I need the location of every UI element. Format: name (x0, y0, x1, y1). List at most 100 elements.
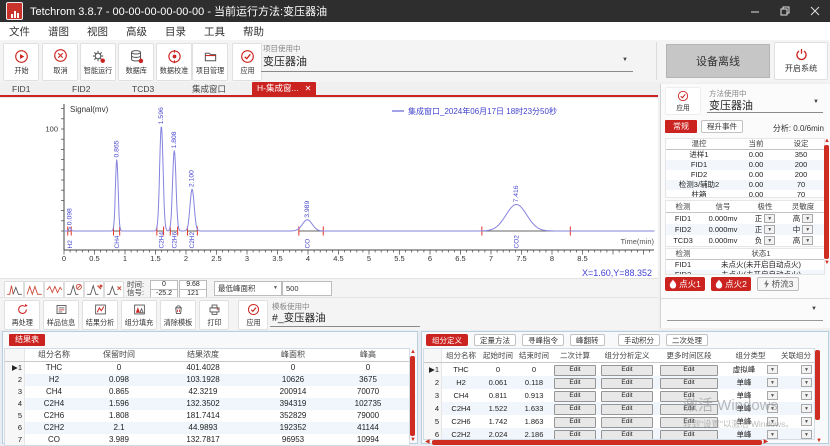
dropdown-button[interactable]: ▼ (802, 214, 813, 223)
table-row[interactable]: ▶1THC00EditEditEdit虚拟峰▼▼ (424, 363, 814, 376)
project-mgmt-button[interactable]: 项目管理 (192, 43, 228, 81)
edit-button[interactable]: Edit (660, 391, 718, 402)
power-on-button[interactable]: 开启系统 (774, 42, 828, 80)
smart-run-button[interactable]: 智能运行 (80, 43, 116, 81)
result-analysis-button[interactable]: 结果分析 (82, 300, 118, 330)
menu-item-3[interactable]: 高级 (117, 24, 156, 39)
minimize-button[interactable] (740, 0, 770, 22)
extra-dropdown-icon[interactable]: ▼ (811, 306, 817, 312)
start-button[interactable]: 开始 (3, 43, 39, 81)
tab-results[interactable]: 结果表 (9, 334, 45, 346)
scroll-right-icon[interactable]: ▶ (764, 439, 769, 445)
dropdown-button[interactable]: ▼ (767, 404, 778, 413)
table-row[interactable]: 2H20.098103.1928106263675 (5, 374, 409, 386)
definition-tab-0[interactable]: 组分定义 (426, 334, 468, 346)
restore-button[interactable] (770, 0, 800, 22)
edit-button[interactable]: Edit (554, 365, 595, 376)
tab-active[interactable]: H-集成窗...✕ (252, 82, 316, 95)
menu-item-6[interactable]: 帮助 (234, 24, 273, 39)
dropdown-button[interactable]: ▼ (802, 225, 813, 234)
calibration-button[interactable]: 数据校准 (156, 43, 192, 81)
template-value[interactable]: #_变压器油 (272, 310, 326, 325)
dropdown-button[interactable]: ▼ (801, 404, 812, 413)
cancel-button[interactable]: 取消 (42, 43, 78, 81)
table-row[interactable]: ▶1THC0401.402800 (5, 362, 409, 374)
method-dropdown-icon[interactable]: ▼ (813, 99, 819, 105)
tab-FID2[interactable]: FID2 (72, 84, 132, 94)
dropdown-button[interactable]: ▼ (764, 236, 775, 245)
peak-tool-6-icon[interactable] (104, 281, 124, 298)
menu-item-2[interactable]: 视图 (78, 24, 117, 39)
apply-method-button[interactable]: 应用 (665, 87, 701, 115)
min-peak-area-value[interactable]: 500 (282, 281, 332, 296)
edit-button[interactable]: Edit (601, 404, 652, 415)
dropdown-button[interactable]: ▼ (801, 417, 812, 426)
definition-tab-3[interactable]: 峰翻转 (570, 334, 605, 346)
dropdown-button[interactable]: ▼ (801, 365, 812, 374)
peak-tool-5-icon[interactable] (84, 281, 104, 298)
edit-button[interactable]: Edit (554, 391, 595, 402)
edit-button[interactable]: Edit (601, 365, 652, 376)
dropdown-button[interactable]: ▼ (801, 391, 812, 400)
table-row[interactable]: 4C2H41.596132.3502394319102735 (5, 398, 409, 410)
edit-button[interactable]: Edit (554, 378, 595, 389)
edit-button[interactable]: Edit (660, 404, 718, 415)
menu-item-0[interactable]: 文件 (0, 24, 39, 39)
edit-button[interactable]: Edit (601, 378, 652, 389)
table-row[interactable]: 6C2H22.144.989319235241144 (5, 422, 409, 434)
definition-hscrollbar[interactable]: ◀ ▶ (425, 439, 809, 445)
edit-button[interactable]: Edit (601, 417, 652, 428)
sidebar-scrollbar[interactable]: ▲ ▼ (824, 138, 830, 266)
peak-tool-1-icon[interactable] (4, 281, 24, 298)
dropdown-button[interactable]: ▼ (767, 430, 778, 439)
scroll-up-icon[interactable]: ▲ (824, 138, 830, 144)
table-row[interactable]: 3CH40.86542.321920091470070 (5, 386, 409, 398)
tab-temp-program[interactable]: 程升事件 (701, 120, 743, 133)
table-row[interactable]: 5C2H61.808181.741435282979000 (5, 410, 409, 422)
ignite1-button[interactable]: 点火1 (665, 277, 705, 291)
definition-tab-2[interactable]: 寻峰指令 (522, 334, 564, 346)
definition-tab-1[interactable]: 定量方法 (474, 334, 516, 346)
scroll-left-icon[interactable]: ◀ (425, 439, 430, 445)
device-status-button[interactable]: 设备离线 (666, 44, 770, 78)
method-value[interactable]: 变压器油 (709, 97, 753, 113)
tab-close-icon[interactable]: ✕ (305, 82, 312, 95)
definition-tab-4[interactable]: 手动积分 (618, 334, 660, 346)
dropdown-button[interactable]: ▼ (767, 417, 778, 426)
database-button[interactable]: 数据库 (118, 43, 154, 81)
dropdown-button[interactable]: ▼ (764, 225, 775, 234)
table-row[interactable]: 3CH40.8110.913EditEditEdit单峰▼▼ (424, 389, 814, 402)
dropdown-button[interactable]: ▼ (767, 391, 778, 400)
edit-button[interactable]: Edit (660, 417, 718, 428)
min-peak-area-dropdown[interactable]: 最低峰面积 ▼ (214, 281, 282, 296)
dropdown-button[interactable]: ▼ (767, 378, 778, 387)
definition-tab-5[interactable]: 二次处理 (666, 334, 708, 346)
peak-tool-3-icon[interactable] (44, 281, 64, 298)
edit-button[interactable]: Edit (601, 391, 652, 402)
table-row[interactable]: 7CO3.989132.78179695310994 (5, 434, 409, 446)
project-dropdown-icon[interactable]: ▼ (622, 57, 628, 63)
chromatogram-panel[interactable]: 100Signal(mv)00.511.522.533.544.555.566.… (0, 97, 658, 279)
scroll-up-icon[interactable]: ▲ (410, 349, 416, 355)
sample-info-button[interactable]: 样品信息 (43, 300, 79, 330)
apply-project-button[interactable]: 应用 (232, 43, 262, 81)
edit-button[interactable]: Edit (554, 404, 595, 415)
dropdown-button[interactable]: ▼ (764, 214, 775, 223)
edit-button[interactable]: Edit (660, 365, 718, 376)
edit-button[interactable]: Edit (554, 417, 595, 428)
tab-集成窗口[interactable]: 集成窗口 (192, 83, 252, 95)
results-scrollbar[interactable]: ▲ ▼ (410, 349, 416, 443)
menu-item-1[interactable]: 谱图 (39, 24, 78, 39)
tab-TCD3[interactable]: TCD3 (132, 84, 192, 94)
definition-vscrollbar[interactable] (815, 349, 820, 435)
scroll-down-icon[interactable]: ▼ (410, 437, 416, 443)
menu-item-5[interactable]: 工具 (195, 24, 234, 39)
project-value[interactable]: 变压器油 (263, 53, 307, 69)
dropdown-button[interactable]: ▼ (801, 378, 812, 387)
reprocess-button[interactable]: 再处理 (4, 300, 40, 330)
dropdown-button[interactable]: ▼ (802, 236, 813, 245)
table-row[interactable]: 4C2H41.5221.633EditEditEdit单峰▼▼ (424, 402, 814, 415)
menu-item-4[interactable]: 目录 (156, 24, 195, 39)
peak-tool-4-icon[interactable] (64, 281, 84, 298)
clear-template-button[interactable]: 清除模板 (160, 300, 196, 330)
